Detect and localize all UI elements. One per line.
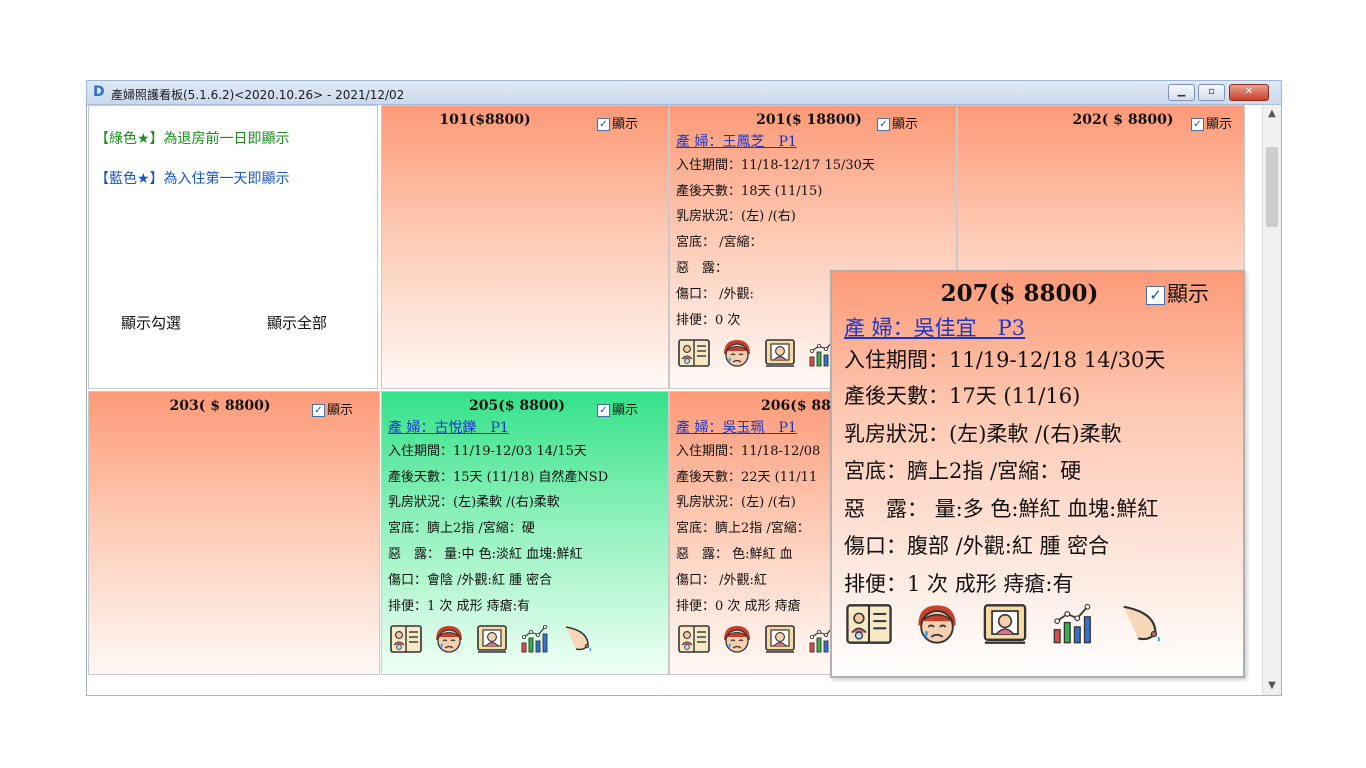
check-icon: ✓: [876, 118, 890, 131]
green-star-note: 【綠色★】為退房前一日即顯示: [95, 131, 290, 147]
room-title: 101($8800): [439, 112, 531, 128]
lochia-status: 惡 露： 色:鮮紅 血: [676, 547, 793, 562]
patient-link[interactable]: 產 婦：古悅鑠 P1: [388, 417, 509, 437]
show-checkbox[interactable]: ✓ 顯示: [1146, 278, 1209, 308]
crying-mother-icon[interactable]: [721, 338, 753, 368]
breast-status: 乳房狀況：(左) /(右): [676, 209, 796, 224]
stay-period: 入住期間：11/19-12/18 14/30天: [844, 348, 1166, 372]
legend-panel: 【綠色★】為退房前一日即顯示 【藍色★】為入住第一天即顯示 顯示勾選 顯示全部: [88, 105, 378, 389]
stool-status: 排便：1 次 成形 痔瘡:有: [844, 572, 1074, 596]
check-icon: ✓: [1146, 285, 1165, 305]
lochia-status: 惡 露： 量:中 色:淡紅 血塊:鮮紅: [388, 547, 583, 562]
crying-mother-icon[interactable]: [721, 624, 753, 654]
uterus-status: 宮底：臍上2指 /宮縮：硬: [388, 521, 535, 536]
check-icon: ✓: [596, 404, 610, 417]
title-bar[interactable]: D 產婦照護看板(5.1.6.2)<2020.10.26> - 2021/12/…: [87, 81, 1281, 105]
breast-icon[interactable]: [562, 624, 594, 654]
check-icon: ✓: [596, 118, 610, 131]
check-icon: ✓: [1190, 118, 1204, 131]
care-icons: [846, 602, 1186, 636]
show-checkbox[interactable]: ✓ 顯示: [1190, 113, 1232, 132]
stay-period: 入住期間：11/19-12/03 14/15天: [388, 444, 587, 459]
crying-mother-icon[interactable]: [914, 602, 960, 646]
postpartum-days: 產後天數：15天 (11/18) 自然產NSD: [388, 470, 609, 485]
patient-record-icon[interactable]: [476, 624, 508, 654]
baby-record-book-icon[interactable]: [678, 338, 710, 368]
lochia-status: 惡 露： 量:多 色:鮮紅 血塊:鮮紅: [844, 497, 1159, 521]
stool-status: 排便：1 次 成形 痔瘡:有: [388, 599, 531, 614]
wound-status: 傷口：腹部 /外觀:紅 腫 密合: [844, 534, 1110, 558]
maximize-button[interactable]: ▫: [1198, 84, 1225, 101]
postpartum-days: 產後天數：17天 (11/16): [844, 384, 1081, 408]
baby-record-book-icon[interactable]: [390, 624, 422, 654]
stay-period: 入住期間：11/18-12/17 15/30天: [676, 158, 875, 173]
care-icons: [678, 624, 850, 658]
app-logo-icon: D: [93, 84, 105, 100]
stay-period: 入住期間：11/18-12/08: [676, 444, 821, 459]
care-icons: [390, 624, 605, 658]
postpartum-days: 產後天數：18天 (11/15): [676, 184, 823, 199]
show-checked-button[interactable]: 顯示勾選: [121, 312, 181, 333]
crying-mother-icon[interactable]: [433, 624, 465, 654]
room-card-101[interactable]: 101($8800) ✓ 顯示: [381, 105, 669, 389]
minimize-button[interactable]: ▁: [1168, 84, 1195, 101]
baby-record-book-icon[interactable]: [678, 624, 710, 654]
scroll-up-arrow-icon[interactable]: ▲: [1263, 105, 1281, 123]
show-checkbox[interactable]: ✓ 顯示: [311, 399, 353, 418]
blue-star-note: 【藍色★】為入住第一天即顯示: [95, 171, 290, 187]
patient-link[interactable]: 產 婦：王鳳芝 P1: [676, 131, 797, 151]
stool-status: 排便：0 次: [676, 313, 741, 328]
breast-icon[interactable]: [1118, 602, 1164, 646]
close-button[interactable]: ✕: [1229, 84, 1269, 101]
postpartum-days: 產後天數：22天 (11/11: [676, 470, 818, 485]
patient-record-icon[interactable]: [764, 624, 796, 654]
breast-status: 乳房狀況：(左) /(右): [676, 495, 796, 510]
wound-status: 傷口： /外觀:: [676, 287, 754, 302]
room-card-203[interactable]: 203( $ 8800) ✓ 顯示: [88, 391, 380, 675]
scroll-thumb[interactable]: [1266, 147, 1278, 227]
breast-status: 乳房狀況：(左)柔軟 /(右)柔軟: [388, 495, 560, 510]
show-checkbox[interactable]: ✓ 顯示: [596, 399, 638, 418]
uterus-status: 宮底： /宮縮：: [676, 235, 763, 250]
scroll-down-arrow-icon[interactable]: ▼: [1263, 677, 1281, 695]
patient-record-icon[interactable]: [982, 602, 1028, 646]
patient-record-icon[interactable]: [764, 338, 796, 368]
show-checkbox[interactable]: ✓ 顯示: [596, 113, 638, 132]
growth-chart-icon[interactable]: [519, 624, 551, 654]
wound-status: 傷口：會陰 /外觀:紅 腫 密合: [388, 573, 553, 588]
room-card-207-popup[interactable]: 207($ 8800) ✓ 顯示 產 婦：吳佳宜 P3 入住期間：11/19-12…: [830, 270, 1245, 678]
vertical-scrollbar[interactable]: ▲ ▼: [1262, 105, 1281, 695]
stool-status: 排便：0 次 成形 痔瘡: [676, 599, 801, 614]
breast-status: 乳房狀況：(左)柔軟 /(右)柔軟: [844, 422, 1122, 446]
patient-link[interactable]: 產 婦：吳玉珮 P1: [676, 417, 797, 437]
baby-record-book-icon[interactable]: [846, 602, 892, 646]
uterus-status: 宮底：臍上2指 /宮縮：硬: [844, 459, 1082, 483]
room-card-205[interactable]: 205($ 8800) ✓ 顯示 產 婦：古悅鑠 P1 入住期間：11/19-12…: [381, 391, 669, 675]
care-icons: [678, 338, 850, 372]
uterus-status: 宮底：臍上2指 /宮縮：: [676, 521, 810, 536]
patient-link[interactable]: 產 婦：吳佳宜 P3: [844, 312, 1025, 342]
window-title: 產婦照護看板(5.1.6.2)<2020.10.26> - 2021/12/02: [111, 88, 405, 102]
growth-chart-icon[interactable]: [1050, 602, 1096, 646]
lochia-status: 惡 露：: [676, 261, 729, 276]
show-all-button[interactable]: 顯示全部: [267, 312, 327, 333]
wound-status: 傷口： /外觀:紅: [676, 573, 767, 588]
check-icon: ✓: [311, 404, 325, 417]
show-checkbox[interactable]: ✓ 顯示: [876, 113, 918, 132]
